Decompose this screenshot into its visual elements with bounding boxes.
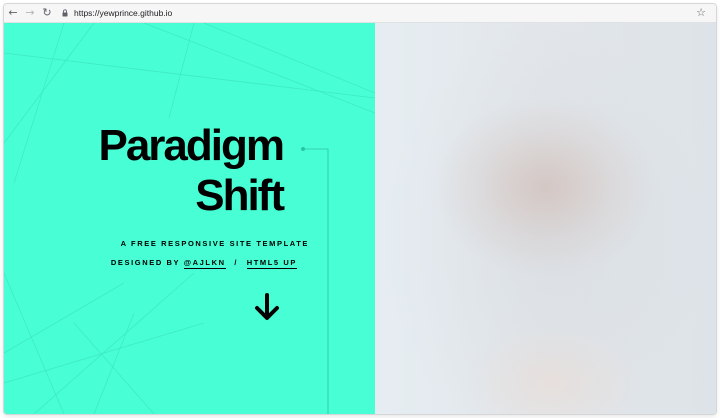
connector-line bbox=[301, 147, 329, 414]
tagline: A free responsive site template bbox=[120, 239, 309, 248]
address-bar-url[interactable]: https://yewprince.github.io bbox=[74, 7, 172, 20]
blurred-background-image bbox=[375, 23, 716, 414]
credit-separator: / bbox=[234, 258, 238, 267]
hero-panel: Paradigm Shift A free responsive site te… bbox=[4, 23, 375, 414]
arrow-down-icon[interactable] bbox=[254, 293, 280, 323]
page-viewport: Paradigm Shift A free responsive site te… bbox=[4, 23, 716, 414]
credits-prefix: Designed by bbox=[110, 258, 181, 267]
forward-arrow-icon[interactable]: → bbox=[23, 6, 37, 20]
credit-link-html5up[interactable]: HTML5 UP bbox=[246, 258, 297, 269]
browser-window: ← → ↻ https://yewprince.github.io ☆ Para… bbox=[4, 4, 716, 414]
browser-toolbar: ← → ↻ https://yewprince.github.io ☆ bbox=[4, 4, 716, 23]
lock-icon[interactable] bbox=[62, 9, 68, 17]
credit-link-ajlkn[interactable]: @ajlkn bbox=[183, 258, 226, 269]
bookmark-star-icon[interactable]: ☆ bbox=[696, 6, 706, 20]
back-arrow-icon[interactable]: ← bbox=[6, 6, 20, 20]
credits-line: Designed by @ajlkn / HTML5 UP bbox=[110, 258, 297, 269]
reload-icon[interactable]: ↻ bbox=[40, 6, 54, 20]
